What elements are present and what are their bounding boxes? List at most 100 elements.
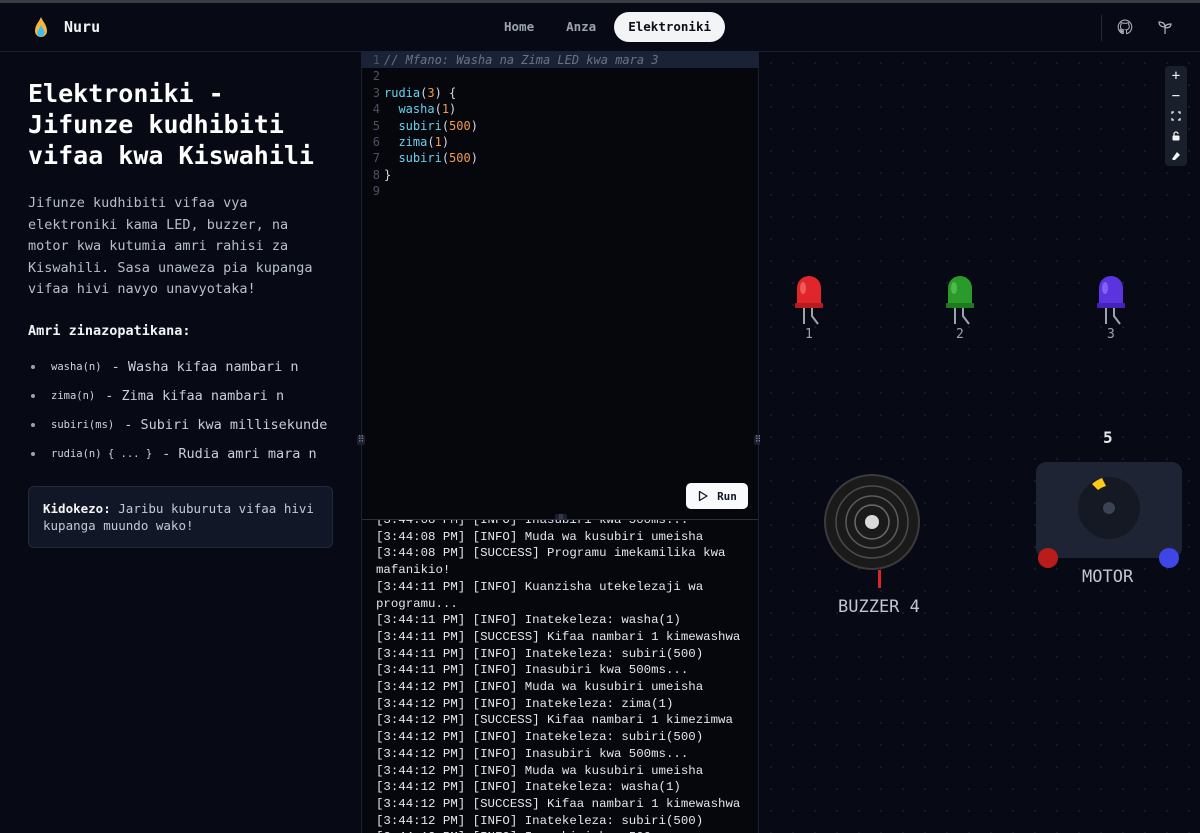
line-number: 1 (372, 53, 380, 67)
code-line[interactable]: 9 (362, 183, 758, 199)
code-text[interactable]: zima(1) (384, 134, 449, 150)
page-title: Elektroniki - Jifunze kudhibiti vifaa kw… (28, 79, 314, 170)
intro-panel: Elektroniki - Jifunze kudhibiti vifaa kw… (0, 52, 361, 833)
console-line: [3:44:12 PM] [INFO] Muda wa kusubiri ume… (376, 680, 704, 695)
bullet (31, 422, 35, 427)
led-1-label: 1 (805, 327, 813, 342)
code-line[interactable]: 6 zima(1) (362, 134, 758, 150)
nav-elektroniki[interactable]: Elektroniki (614, 12, 726, 42)
device-canvas[interactable]: + − 1 2 3 BUZZER 4 5 MOTOR (760, 52, 1200, 833)
bullet (31, 394, 35, 399)
code-line[interactable]: 4 washa(1) (362, 101, 758, 117)
line-number: 7 (372, 151, 380, 166)
code-line[interactable]: 1 // Mfano: Washa na Zima LED kwa mara 3 (362, 52, 758, 69)
main-nav: Home Anza Elektroniki (490, 12, 726, 42)
minus-icon[interactable]: − (1165, 86, 1187, 106)
led-2-label: 2 (956, 327, 964, 342)
nav-anza[interactable]: Anza (552, 12, 610, 42)
console-line: [3:44:11 PM] [SUCCESS] Kifaa nambari 1 k… (376, 629, 741, 644)
line-number: 2 (372, 69, 380, 84)
list-item: zima(n) - Zima kifaa nambari n (28, 382, 333, 411)
command-text: - Subiri kwa millisekunde (124, 416, 328, 433)
line-number: 9 (372, 184, 380, 199)
command-text: - Zima kifaa nambari n (105, 388, 285, 405)
hint-box: Kidokezo: Jaribu kuburuta vifaa hivi kup… (28, 486, 333, 549)
flame-drop-icon[interactable] (32, 16, 50, 40)
console-line: [3:44:08 PM] [SUCCESS] Programu imekamil… (376, 546, 726, 578)
hint-label: Kidokezo: (43, 501, 111, 517)
console-line: [3:44:12 PM] [INFO] Muda wa kusubiri ume… (376, 763, 704, 778)
code-text[interactable]: subiri(500) (384, 150, 478, 166)
line-number: 3 (372, 85, 380, 100)
line-number: 8 (372, 167, 380, 182)
resize-handle-left[interactable]: ⠿ (357, 435, 365, 445)
code-line[interactable]: 2 (362, 68, 758, 84)
bullet (31, 451, 35, 456)
console-line: [3:44:12 PM] [INFO] Inatekeleza: zima(1) (376, 696, 674, 711)
code-line[interactable]: 8} (362, 167, 758, 183)
brand-name[interactable]: Nuru (64, 18, 100, 36)
code-text[interactable]: subiri(500) (384, 118, 478, 134)
fit-view-icon[interactable] (1165, 106, 1187, 126)
console-line: [3:44:11 PM] [INFO] Inatekeleza: subiri(… (376, 646, 704, 661)
divider (1101, 15, 1102, 41)
led-3[interactable] (1094, 274, 1128, 332)
code-text[interactable]: washa(1) (384, 101, 456, 117)
top-navbar: Nuru Home Anza Elektroniki (0, 0, 1200, 52)
line-number: 4 (372, 102, 380, 117)
motor-label: MOTOR (1082, 567, 1134, 587)
command-code: washa(n) (51, 361, 102, 374)
led-3-label: 3 (1107, 327, 1115, 342)
canvas-controls: + − (1165, 66, 1187, 166)
commands-heading: Amri zinazopatikana: (28, 322, 191, 339)
console-line: [3:44:12 PM] [INFO] Inatekeleza: subiri(… (376, 813, 704, 828)
console-line: [3:44:08 PM] [INFO] Muda wa kusubiri ume… (376, 529, 704, 544)
motor-number: 5 (1103, 428, 1113, 447)
console-line: [3:44:11 PM] [INFO] Kuanzisha utekelezaj… (376, 579, 704, 611)
command-text: - Rudia amri mara n (162, 445, 317, 462)
code-line[interactable]: 7 subiri(500) (362, 150, 758, 166)
run-label: Run (717, 489, 737, 503)
led-2[interactable] (943, 274, 977, 332)
code-text[interactable]: } (384, 167, 391, 183)
console-line: [3:44:12 PM] [SUCCESS] Kifaa nambari 1 k… (376, 713, 733, 728)
eraser-icon[interactable] (1165, 146, 1187, 166)
command-code: rudia(n) { ... } (51, 447, 153, 460)
github-icon[interactable] (1114, 16, 1136, 38)
console-line: [3:44:12 PM] [SUCCESS] Kifaa nambari 1 k… (376, 796, 741, 811)
list-item: washa(n) - Washa kifaa nambari n (28, 353, 333, 382)
top-icons (1114, 16, 1176, 38)
code-editor[interactable]: 1// Mfano: Washa na Zima LED kwa mara 3 … (357, 52, 762, 522)
play-icon (698, 490, 708, 502)
commands-list: washa(n) - Washa kifaa nambari n zima(n)… (28, 353, 333, 468)
motor-5[interactable] (1032, 458, 1188, 570)
console-line: [3:44:11 PM] [INFO] Inasubiri kwa 500ms.… (376, 663, 689, 678)
buzzer-4[interactable] (824, 472, 924, 592)
led-1[interactable] (792, 274, 826, 332)
line-number: 5 (372, 118, 380, 133)
console-line: [3:44:12 PM] [INFO] Inasubiri kwa 500ms.… (376, 746, 689, 761)
code-text[interactable]: rudia(3) { (384, 85, 456, 101)
sprout-icon[interactable] (1154, 16, 1176, 38)
console-line: [3:44:12 PM] [INFO] Inasubiri kwa 500ms.… (376, 829, 748, 833)
code-text[interactable]: // Mfano: Washa na Zima LED kwa mara 3 (384, 52, 659, 68)
code-line[interactable]: 5 subiri(500) (362, 118, 758, 134)
command-code: zima(n) (51, 390, 96, 403)
run-button[interactable]: Run (686, 483, 748, 509)
code-line[interactable]: 3 rudia(3) { (362, 85, 758, 101)
plus-icon[interactable]: + (1165, 66, 1187, 86)
command-code: subiri(ms) (51, 418, 115, 431)
console-line: [3:44:12 PM] [INFO] Inatekeleza: subiri(… (376, 730, 704, 745)
console-line: [3:44:12 PM] [INFO] Inatekeleza: washa(1… (376, 780, 681, 795)
list-item: rudia(n) { ... } - Rudia amri mara n (28, 439, 333, 468)
command-text: - Washa kifaa nambari n (111, 359, 299, 376)
page-description: Jifunze kudhibiti vifaa vya elektroniki … (28, 195, 313, 298)
nav-home[interactable]: Home (490, 12, 548, 42)
list-item: subiri(ms) - Subiri kwa millisekunde (28, 411, 333, 440)
console-log-list: [3:44:08 PM] [INFO] Inasubiri kwa 500ms.… (376, 520, 748, 833)
lock-icon[interactable] (1165, 126, 1187, 146)
line-number: 6 (372, 134, 380, 149)
console-output[interactable]: [3:44:08 PM] [INFO] Inasubiri kwa 500ms.… (361, 519, 759, 833)
bullet (31, 365, 35, 370)
console-line: [3:44:11 PM] [INFO] Inatekeleza: washa(1… (376, 613, 681, 628)
